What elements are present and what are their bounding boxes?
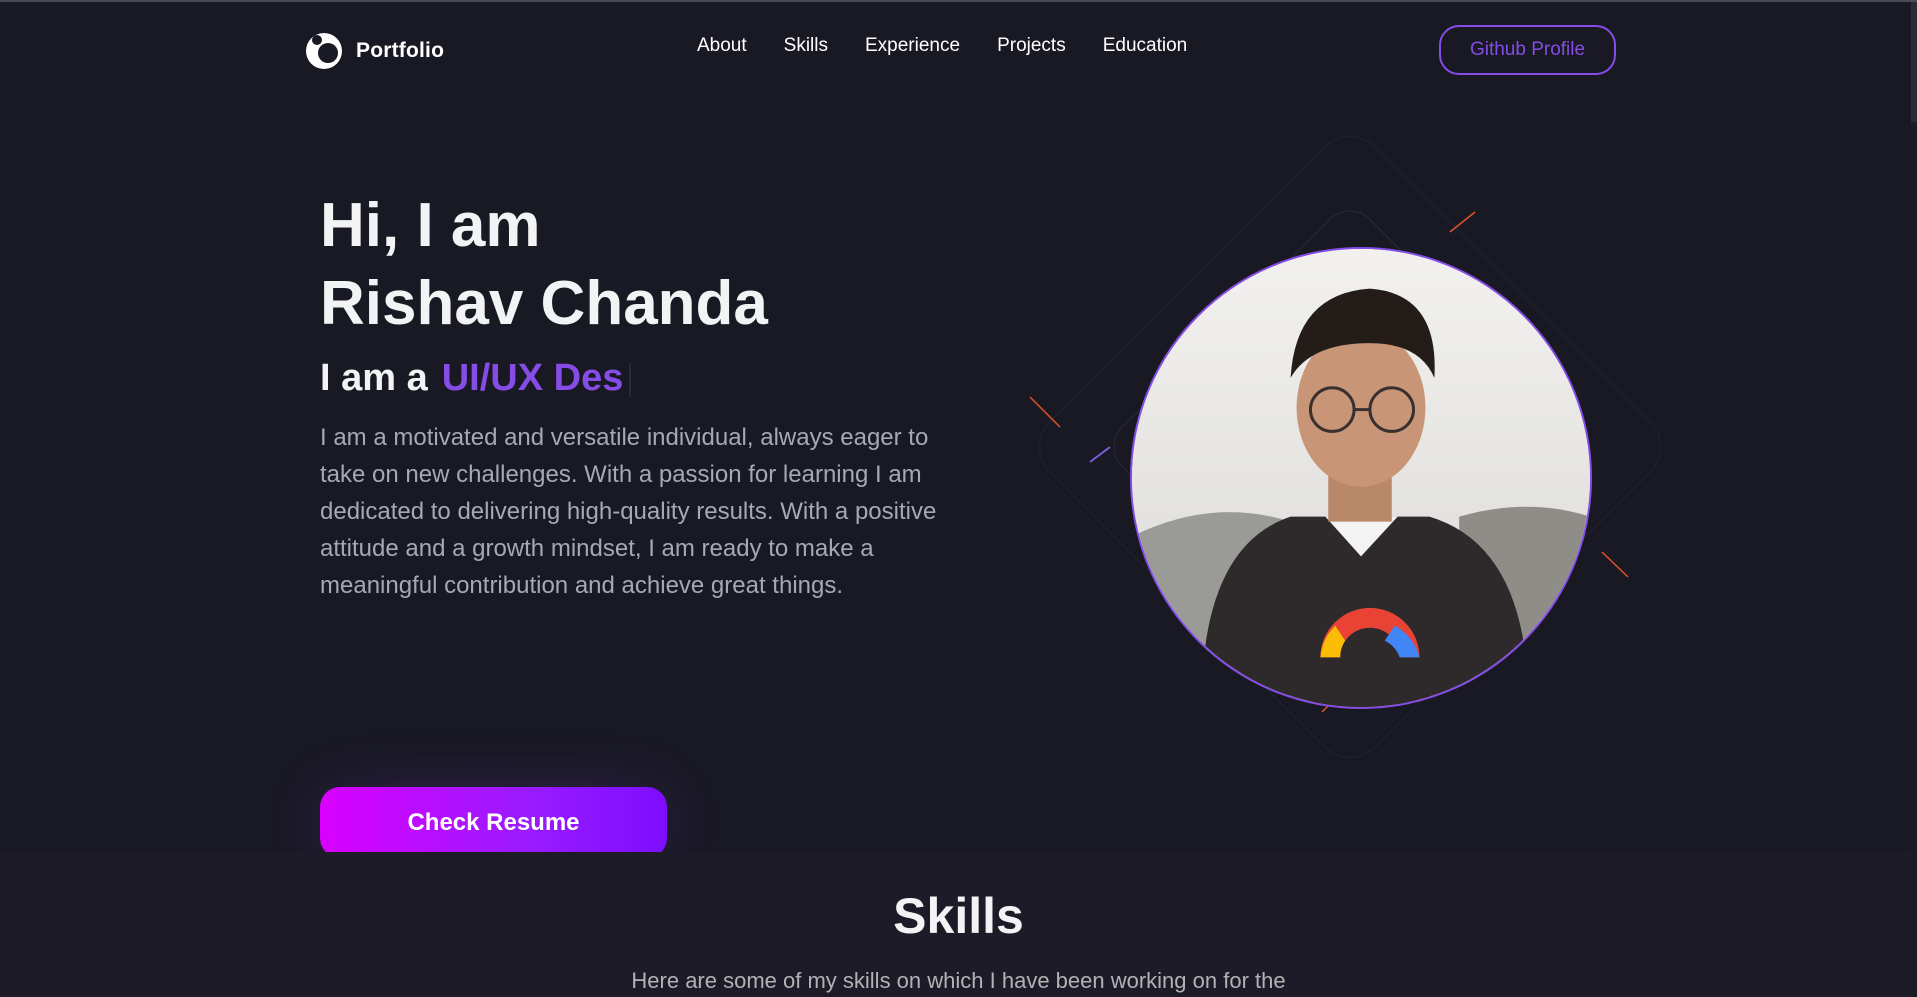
skills-title: Skills [893,888,1024,944]
logo[interactable]: Portfolio [304,30,444,72]
hero-description: I am a motivated and versatile individua… [320,424,937,599]
github-profile-button[interactable]: Github Profile [1439,25,1616,75]
nav-link-projects[interactable]: Projects [997,35,1066,57]
hero-role: I am a UI/UX Des [320,347,980,409]
profile-photo [1130,247,1592,709]
skills-description: Here are some of my skills on which I ha… [631,968,1286,993]
hero-role-prefix: I am a [320,357,428,399]
logo-text: Portfolio [356,39,445,62]
nav-link-education[interactable]: Education [1103,35,1188,57]
profile-photo-image [1132,249,1590,707]
hero-role-typed-text: UI/UX Des [441,357,624,399]
hero-role-typed: UI/UX Des [442,347,632,409]
section-divider-curve [0,852,1917,892]
page-scrollbar[interactable] [1911,2,1917,997]
nav-link-about[interactable]: About [697,35,747,57]
skills-section: Skills Here are some of my skills on whi… [0,852,1917,997]
hero-title-line1: Hi, I am [320,191,541,260]
portfolio-logo-icon [306,33,342,69]
portfolio-page: Portfolio About Skills Experience Projec… [0,0,1917,997]
hero-section: Hi, I am Rishav Chanda I am a UI/UX Des … [0,97,1917,897]
navbar-inner: Portfolio About Skills Experience Projec… [0,2,1917,97]
typing-cursor [629,362,632,397]
hero-title-line2: Rishav Chanda [320,269,768,338]
hero-text-block: Hi, I am Rishav Chanda I am a UI/UX Des … [260,187,980,897]
nav-link-experience[interactable]: Experience [865,35,960,57]
nav-links: About Skills Experience Projects Educati… [697,35,1187,57]
hero-title: Hi, I am Rishav Chanda [320,187,980,343]
navbar: Portfolio About Skills Experience Projec… [0,2,1917,97]
nav-link-skills[interactable]: Skills [784,35,828,57]
scrollbar-thumb[interactable] [1911,2,1917,122]
